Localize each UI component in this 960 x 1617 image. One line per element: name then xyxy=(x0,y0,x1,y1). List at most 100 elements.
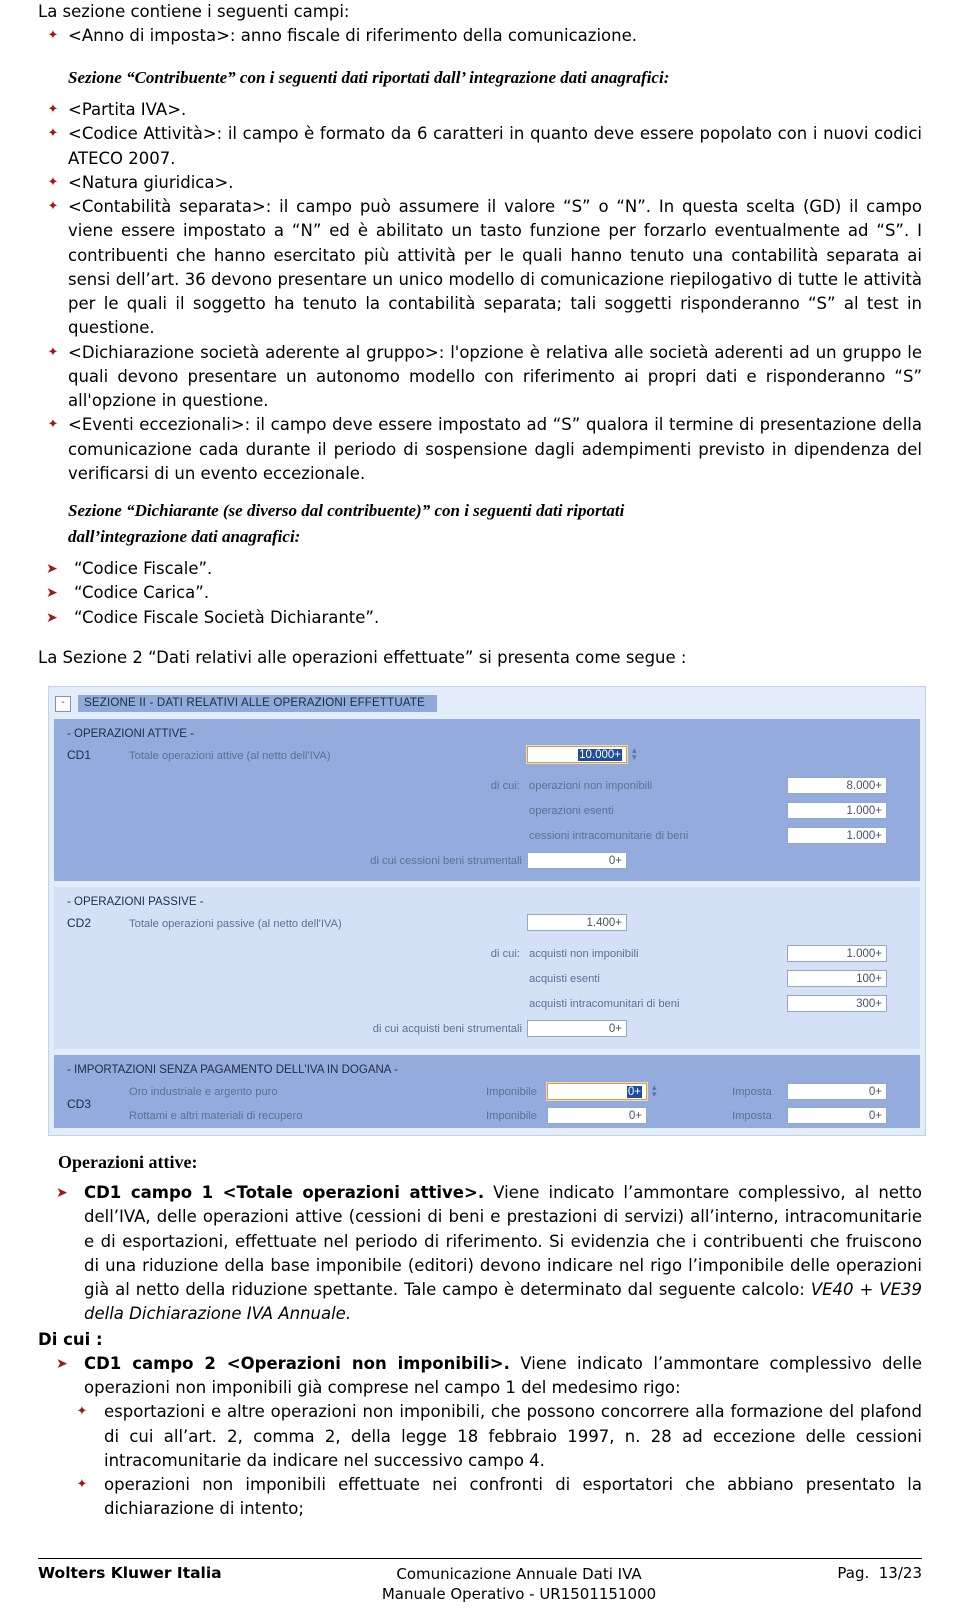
diamond-bullet-icon: ✦ xyxy=(47,126,59,142)
list-item: ➤ “Codice Fiscale”. xyxy=(38,557,922,581)
heading-sezione-dichiarante-line2: dall’integrazione dati anagrafici: xyxy=(68,526,301,546)
field-label-acquisti-intracomunitari-di-beni: acquisti intracomunitari di beni xyxy=(529,998,680,1010)
footer-document-title: Comunicazione Annuale Dati IVA Manuale O… xyxy=(266,1564,772,1605)
list-item-text: <Codice Attività>: il campo è formato da… xyxy=(68,124,922,168)
list-item: ➤ “Codice Carica”. xyxy=(38,581,922,605)
input-operazioni-esenti[interactable]: 1.000+ xyxy=(787,802,887,819)
list-item: ✦ <Contabilità separata>: il campo può a… xyxy=(38,195,922,341)
input-acquisti-esenti[interactable]: 100+ xyxy=(787,970,887,987)
imposta-label: Imposta xyxy=(732,1086,772,1098)
input-cd1-totale-operazioni-attive[interactable]: 10.000+ xyxy=(526,745,628,764)
di-cui-label: di cui: xyxy=(490,780,520,792)
input-di-cui-acquisti-beni-strumentali[interactable]: 0+ xyxy=(527,1020,627,1037)
panel-legend: - IMPORTAZIONI SENZA PAGAMENTO DELL'IVA … xyxy=(67,1064,398,1076)
list-item-text: <Anno di imposta>: anno fiscale di rifer… xyxy=(68,26,637,46)
list-item: ➤ “Codice Fiscale Società Dichiarante”. xyxy=(38,606,922,630)
heading-sezione-contribuente: Sezione “Contribuente” con i seguenti da… xyxy=(68,67,670,87)
field-label-operazioni-esenti: operazioni esenti xyxy=(529,805,614,817)
heading-sezione-dichiarante-line1: Sezione “Dichiarante (se diverso dal con… xyxy=(68,501,625,520)
cd1-campo2-lead: CD1 campo 2 <Operazioni non imponibili>. xyxy=(84,1353,510,1373)
intro-line: La sezione contiene i seguenti campi: xyxy=(38,2,350,21)
list-item-text: esportazioni e altre operazioni non impo… xyxy=(104,1402,922,1470)
input-oro-imponibile[interactable]: 0+ xyxy=(546,1082,648,1101)
input-rottami-imposta[interactable]: 0+ xyxy=(787,1107,887,1124)
list-item-text: <Natura giuridica>. xyxy=(68,172,234,192)
section-title: SEZIONE II - DATI RELATIVI ALLE OPERAZIO… xyxy=(78,695,437,712)
field-label-cessioni-intracomunitarie-di-beni: cessioni intracomunitarie di beni xyxy=(529,830,689,842)
arrow-bullet-icon: ➤ xyxy=(46,561,58,577)
field-label-acquisti-esenti: acquisti esenti xyxy=(529,973,600,985)
list-item-text: <Eventi eccezionali>: il campo deve esse… xyxy=(68,415,922,483)
input-operazioni-non-imponibili[interactable]: 8.000+ xyxy=(787,777,887,794)
arrow-bullet-icon: ➤ xyxy=(56,1185,68,1201)
list-item-text: <Partita IVA>. xyxy=(68,100,187,119)
input-cessioni-intracomunitarie-di-beni[interactable]: 1.000+ xyxy=(787,827,887,844)
diamond-bullet-icon: ✦ xyxy=(76,1404,88,1420)
input-rottami-imponibile[interactable]: 0+ xyxy=(547,1107,647,1124)
cd1-campo1-lead: CD1 campo 1 <Totale operazioni attive>. xyxy=(84,1183,485,1202)
footer-publisher: Wolters Kluwer Italia xyxy=(38,1563,222,1582)
panel-operazioni-passive: - OPERAZIONI PASSIVE - CD2 Totale operaz… xyxy=(54,887,920,1049)
field-label-totale-operazioni-attive: Totale operazioni attive (al netto dell'… xyxy=(129,750,331,762)
document-page: La sezione contiene i seguenti campi: ✦ … xyxy=(0,0,960,1617)
di-cui-label: di cui: xyxy=(490,948,520,960)
row-code-cd1: CD1 xyxy=(67,748,92,762)
diamond-bullet-icon: ✦ xyxy=(47,417,59,433)
field-label-acquisti-non-imponibili: acquisti non imponibili xyxy=(529,948,639,960)
field-label-rottami: Rottami e altri materiali di recupero xyxy=(129,1110,303,1122)
panel-legend: - OPERAZIONI PASSIVE - xyxy=(67,896,204,908)
field-label-operazioni-non-imponibili: operazioni non imponibili xyxy=(529,780,653,792)
list-item: ✦ operazioni non imponibili effettuate n… xyxy=(38,1473,922,1522)
input-cd2-totale-operazioni-passive[interactable]: 1.400+ xyxy=(527,914,627,931)
section-titlebar: - SEZIONE II - DATI RELATIVI ALLE OPERAZ… xyxy=(55,694,920,713)
footer-page-number: Pag. 13/23 xyxy=(837,1563,922,1582)
field-label-di-cui-cessioni-beni-strumentali: di cui cessioni beni strumentali xyxy=(370,855,522,867)
field-label-totale-operazioni-passive: Totale operazioni passive (al netto dell… xyxy=(129,918,342,930)
list-item: ✦ <Natura giuridica>. xyxy=(38,171,922,195)
list-item: ✦ esportazioni e altre operazioni non im… xyxy=(38,1400,922,1473)
list-item: ✦ <Eventi eccezionali>: il campo deve es… xyxy=(38,413,922,486)
sezione2-lead: La Sezione 2 “Dati relativi alle operazi… xyxy=(38,647,687,667)
list-item-cd1-campo2: ➤ CD1 campo 2 <Operazioni non imponibili… xyxy=(38,1352,922,1401)
imposta-label: Imposta xyxy=(732,1110,772,1122)
collapse-section-button[interactable]: - xyxy=(55,695,71,712)
diamond-bullet-icon: ✦ xyxy=(76,1477,88,1492)
footer-title-line1: Comunicazione Annuale Dati IVA xyxy=(396,1564,642,1583)
list-item-text: “Codice Fiscale Società Dichiarante”. xyxy=(74,607,380,627)
input-di-cui-cessioni-beni-strumentali[interactable]: 0+ xyxy=(527,852,627,869)
arrow-bullet-icon: ➤ xyxy=(46,585,58,602)
embedded-app-screenshot: - SEZIONE II - DATI RELATIVI ALLE OPERAZ… xyxy=(48,686,926,1136)
panel-operazioni-attive: - OPERAZIONI ATTIVE - CD1 Totale operazi… xyxy=(54,719,920,881)
selected-value: 10.000+ xyxy=(578,749,622,761)
list-item: ✦ <Dichiarazione società aderente al gru… xyxy=(38,341,922,414)
heading-operazioni-attive: Operazioni attive: xyxy=(58,1152,198,1172)
diamond-bullet-icon: ✦ xyxy=(47,28,59,44)
spinner-icon[interactable]: ▴ ▾ xyxy=(632,746,641,762)
list-item-text: “Codice Fiscale”. xyxy=(74,559,213,578)
page-footer: Wolters Kluwer Italia Comunicazione Annu… xyxy=(38,1557,922,1605)
input-acquisti-intracomunitari-di-beni[interactable]: 300+ xyxy=(787,995,887,1012)
row-code-cd2: CD2 xyxy=(67,916,92,930)
list-item: ✦ <Codice Attività>: il campo è formato … xyxy=(38,122,922,171)
list-item-text: <Dichiarazione società aderente al grupp… xyxy=(68,342,922,411)
arrow-bullet-icon: ➤ xyxy=(46,609,58,626)
field-label-di-cui-acquisti-beni-strumentali: di cui acquisti beni strumentali xyxy=(372,1023,522,1035)
input-acquisti-non-imponibili[interactable]: 1.000+ xyxy=(787,945,887,962)
diamond-bullet-icon: ✦ xyxy=(47,344,59,360)
footer-title-line2: Manuale Operativo - UR1501151000 xyxy=(381,1585,657,1604)
panel-legend: - OPERAZIONI ATTIVE - xyxy=(67,728,194,740)
imponibile-label: Imponibile xyxy=(486,1110,537,1122)
diamond-bullet-icon: ✦ xyxy=(47,174,59,190)
list-item: ✦ <Partita IVA>. xyxy=(38,98,922,122)
arrow-bullet-icon: ➤ xyxy=(56,1355,68,1372)
list-item-text: <Contabilità separata>: il campo può ass… xyxy=(68,197,922,338)
input-oro-imposta[interactable]: 0+ xyxy=(787,1083,887,1100)
diamond-bullet-icon: ✦ xyxy=(47,102,59,117)
imponibile-label: Imponibile xyxy=(486,1086,537,1098)
heading-di-cui: Di cui : xyxy=(38,1329,103,1349)
diamond-bullet-icon: ✦ xyxy=(47,199,59,214)
field-label-oro-industriale: Oro industriale e argento puro xyxy=(129,1086,278,1098)
spinner-icon[interactable]: ▴ ▾ xyxy=(652,1083,661,1099)
list-item-text: operazioni non imponibili effettuate nei… xyxy=(104,1475,922,1519)
selected-value: 0+ xyxy=(626,1086,642,1098)
